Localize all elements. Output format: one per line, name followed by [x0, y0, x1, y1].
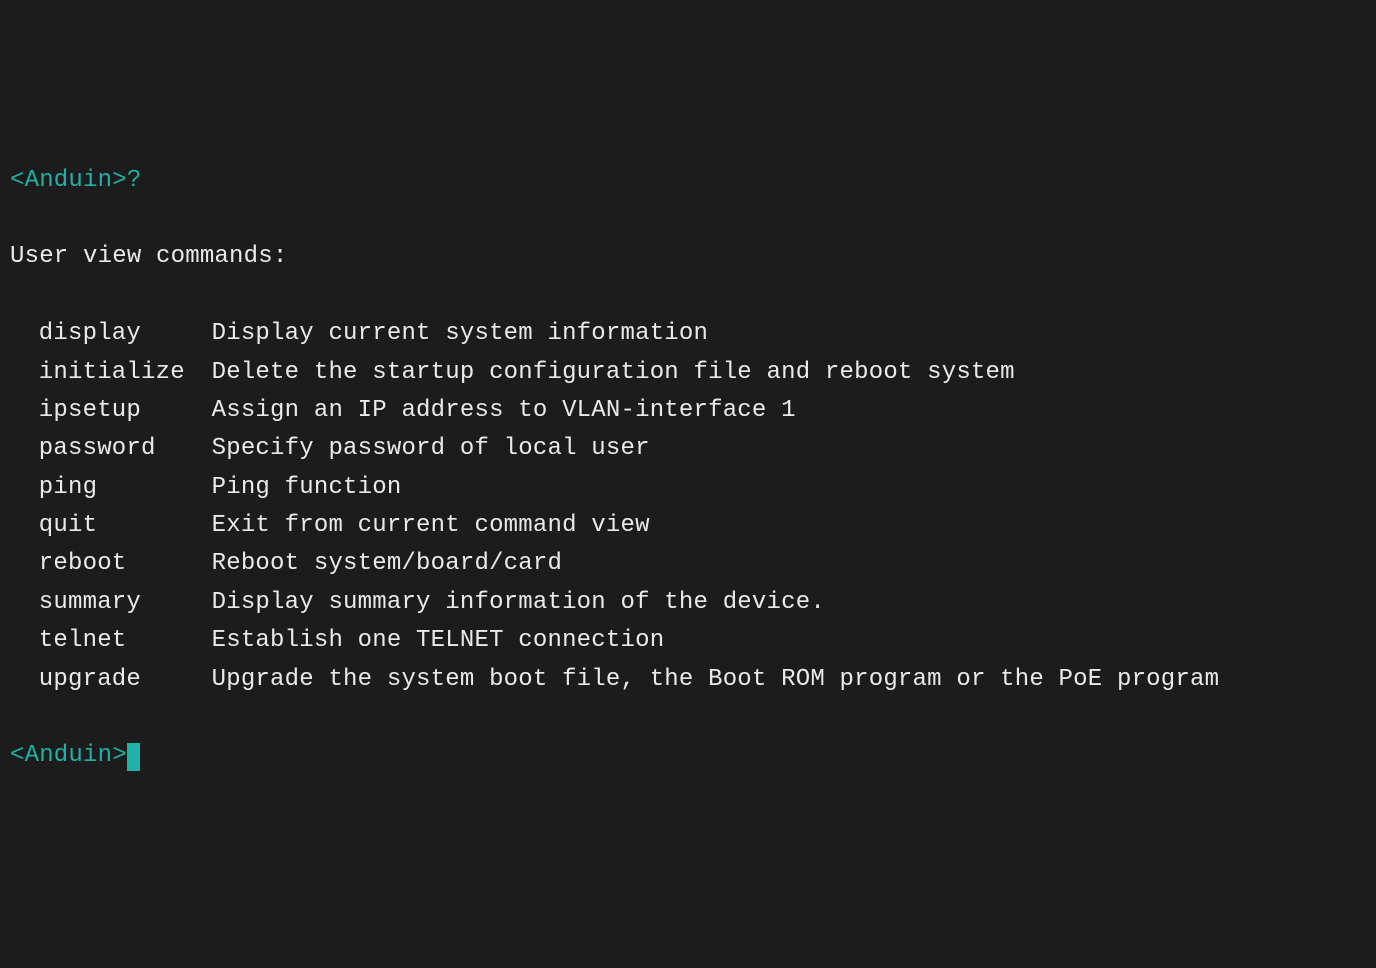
command-name: initialize [10, 354, 212, 392]
command-name: ping [10, 469, 212, 507]
command-name: password [10, 430, 212, 468]
command-help-row: initializeDelete the startup configurati… [10, 354, 1366, 392]
section-header: User view commands: [10, 238, 1366, 276]
command-name: display [10, 315, 212, 353]
command-description: Display current system information [212, 315, 708, 353]
command-description: Establish one TELNET connection [212, 622, 665, 660]
command-help-row: telnetEstablish one TELNET connection [10, 622, 1366, 660]
command-description: Assign an IP address to VLAN-interface 1 [212, 392, 796, 430]
command-description: Reboot system/board/card [212, 545, 562, 583]
command-help-row: displayDisplay current system informatio… [10, 315, 1366, 353]
command-description: Delete the startup configuration file an… [212, 354, 1015, 392]
prompt-line-help: <Anduin>? [10, 162, 1366, 200]
command-description: Ping function [212, 469, 402, 507]
command-name: telnet [10, 622, 212, 660]
command-description: Display summary information of the devic… [212, 584, 825, 622]
command-description: Exit from current command view [212, 507, 650, 545]
prompt-label: <Anduin> [10, 737, 127, 775]
command-help-row: quitExit from current command view [10, 507, 1366, 545]
command-help-row: summaryDisplay summary information of th… [10, 584, 1366, 622]
command-name: summary [10, 584, 212, 622]
command-name: reboot [10, 545, 212, 583]
command-help-row: pingPing function [10, 469, 1366, 507]
terminal-cursor-icon [127, 743, 140, 771]
command-help-row: rebootReboot system/board/card [10, 545, 1366, 583]
command-name: upgrade [10, 661, 212, 699]
command-help-row: upgradeUpgrade the system boot file, the… [10, 661, 1366, 699]
command-description: Specify password of local user [212, 430, 650, 468]
command-help-table: displayDisplay current system informatio… [10, 315, 1366, 699]
prompt-line-input[interactable]: <Anduin> [10, 737, 1366, 775]
command-name: ipsetup [10, 392, 212, 430]
command-name: quit [10, 507, 212, 545]
command-description: Upgrade the system boot file, the Boot R… [212, 661, 1220, 699]
command-help-row: ipsetupAssign an IP address to VLAN-inte… [10, 392, 1366, 430]
command-help-row: passwordSpecify password of local user [10, 430, 1366, 468]
